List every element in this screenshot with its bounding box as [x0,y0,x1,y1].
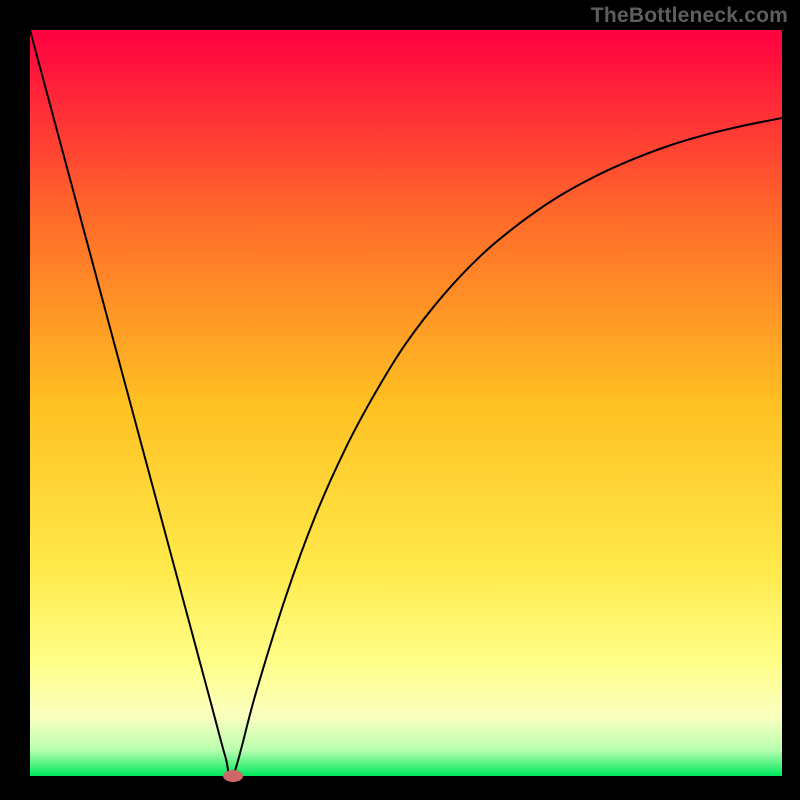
chart-stage: TheBottleneck.com [0,0,800,800]
plot-background [30,30,782,776]
bottleneck-chart [0,0,800,800]
optimal-point-marker [223,770,243,782]
watermark-text: TheBottleneck.com [591,4,788,28]
